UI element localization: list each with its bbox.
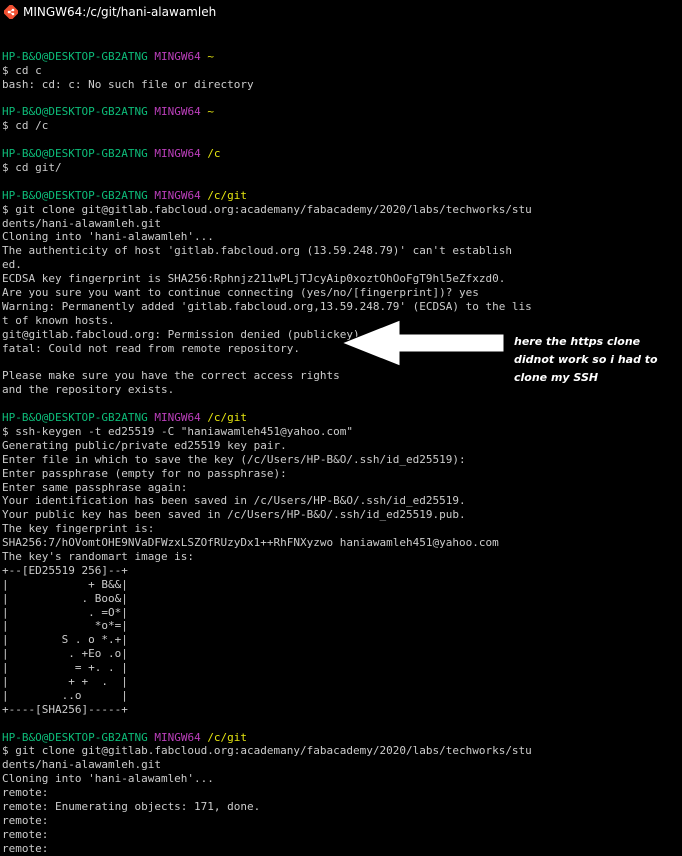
annotation-note: here the https clone didnot work so i ha…: [514, 335, 658, 384]
terminal-line: The key's randomart image is:: [2, 549, 195, 563]
prompt-path: /c/git: [207, 730, 248, 744]
prompt-env: MINGW64: [154, 188, 201, 202]
terminal-line: | . +Eo .o|: [2, 647, 128, 661]
terminal-output[interactable]: HP-B&O@DESKTOP-GB2ATNG MINGW64 ~ $ cd c ba…: [2, 36, 682, 856]
prompt-user: HP-B&O@DESKTOP-GB2ATNG: [2, 147, 148, 161]
terminal-line: The authenticity of host 'gitlab.fabclou…: [2, 244, 512, 258]
prompt-env: MINGW64: [154, 411, 201, 425]
prompt-path: /c: [207, 147, 221, 161]
prompt-line: HP-B&O@DESKTOP-GB2ATNG MINGW64 ~: [2, 105, 682, 119]
prompt-user: HP-B&O@DESKTOP-GB2ATNG: [2, 411, 148, 425]
terminal-line: | + B&&|: [2, 577, 128, 591]
terminal-line: Enter same passphrase again:: [2, 480, 188, 494]
prompt-line: HP-B&O@DESKTOP-GB2ATNG MINGW64 /c/git: [2, 189, 682, 203]
terminal-line: Your public key has been saved in /c/Use…: [2, 508, 466, 522]
terminal-line: | + + . |: [2, 674, 128, 688]
prompt-line: HP-B&O@DESKTOP-GB2ATNG MINGW64 /c: [2, 147, 682, 161]
terminal-line: $ ssh-keygen -t ed25519 -C "haniawamleh4…: [2, 424, 353, 438]
terminal-line: $ git clone git@gitlab.fabcloud.org:acad…: [2, 202, 532, 216]
terminal-line: $ cd /c: [2, 119, 49, 133]
terminal-line: Your identification has been saved in /c…: [2, 494, 466, 508]
terminal-line: | = +. . |: [2, 661, 128, 675]
prompt-user: HP-B&O@DESKTOP-GB2ATNG: [2, 105, 148, 119]
terminal-line: remote:: [2, 841, 49, 855]
prompt-line: HP-B&O@DESKTOP-GB2ATNG MINGW64 /c/git: [2, 731, 682, 745]
terminal-line: ed.: [2, 258, 22, 272]
prompt-user: HP-B&O@DESKTOP-GB2ATNG: [2, 49, 148, 63]
terminal-line: Cloning into 'hani-alawamleh'...: [2, 772, 214, 786]
terminal-line: remote:: [2, 786, 49, 800]
terminal-line: | S . o *.+|: [2, 633, 128, 647]
terminal-line: $ git clone git@gitlab.fabcloud.org:acad…: [2, 744, 532, 758]
annotation-arrow-icon: [340, 319, 505, 367]
terminal-line: Generating public/private ed25519 key pa…: [2, 438, 287, 452]
window-title: MINGW64:/c/git/hani-alawamleh: [23, 5, 217, 19]
terminal-line: dents/hani-alawamleh.git: [2, 758, 161, 772]
prompt-user: HP-B&O@DESKTOP-GB2ATNG: [2, 730, 148, 744]
terminal-line: +----[SHA256]-----+: [2, 702, 128, 716]
terminal-line: remote:: [2, 813, 49, 827]
prompt-env: MINGW64: [154, 105, 201, 119]
prompt-env: MINGW64: [154, 49, 201, 63]
terminal-line: Are you sure you want to continue connec…: [2, 286, 479, 300]
prompt-env: MINGW64: [154, 730, 201, 744]
terminal-line: | . Boo&|: [2, 591, 128, 605]
terminal-line: Warning: Permanently added 'gitlab.fabcl…: [2, 299, 532, 313]
prompt-env: MINGW64: [154, 147, 201, 161]
terminal-line: ECDSA key fingerprint is SHA256:Rphnjz21…: [2, 272, 506, 286]
terminal-line: remote:: [2, 827, 49, 841]
terminal-line: SHA256:7/hOVomtOHE9NVaDFWzxLSZOfRUzyDx1+…: [2, 536, 499, 550]
prompt-path: /c/git: [207, 188, 248, 202]
prompt-line: HP-B&O@DESKTOP-GB2ATNG MINGW64 ~: [2, 50, 682, 64]
prompt-path: ~: [207, 49, 214, 63]
terminal-line: dents/hani-alawamleh.git: [2, 216, 161, 230]
window-titlebar[interactable]: MINGW64:/c/git/hani-alawamleh: [0, 0, 682, 24]
terminal-line: remote: Enumerating objects: 171, done.: [2, 799, 261, 813]
terminal-line: Enter passphrase (empty for no passphras…: [2, 466, 287, 480]
terminal-line: | . =O*|: [2, 605, 128, 619]
prompt-path: /c/git: [207, 411, 248, 425]
terminal-line: The key fingerprint is:: [2, 522, 155, 536]
git-bash-icon: [4, 5, 18, 19]
terminal-line: $ cd git/: [2, 161, 62, 175]
prompt-user: HP-B&O@DESKTOP-GB2ATNG: [2, 188, 148, 202]
terminal-line: Cloning into 'hani-alawamleh'...: [2, 230, 214, 244]
terminal-line: bash: cd: c: No such file or directory: [2, 77, 254, 91]
terminal-line: Enter file in which to save the key (/c/…: [2, 452, 466, 466]
prompt-path: ~: [207, 105, 214, 119]
terminal-line: | ..o |: [2, 688, 128, 702]
terminal-line: +--[ED25519 256]--+: [2, 563, 128, 577]
prompt-line: HP-B&O@DESKTOP-GB2ATNG MINGW64 /c/git: [2, 411, 682, 425]
terminal-line: $ cd c: [2, 63, 42, 77]
terminal-line: | *o*=|: [2, 619, 128, 633]
